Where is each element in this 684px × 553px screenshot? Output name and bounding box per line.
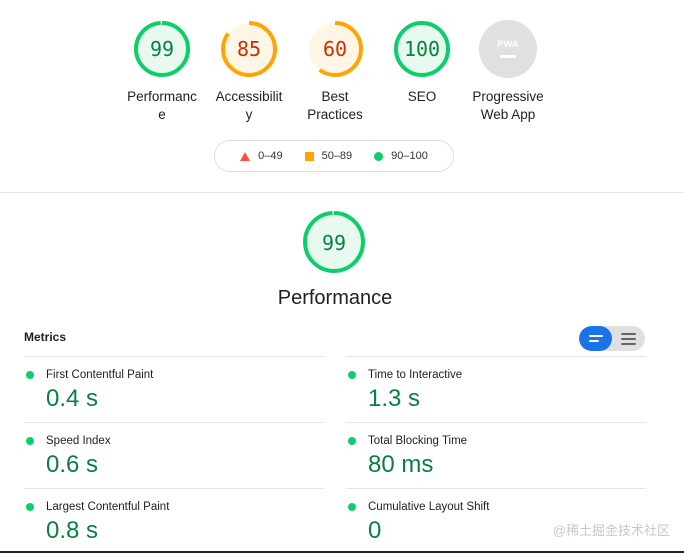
gauge-seo[interactable]: 100 SEO <box>390 20 454 106</box>
gauge-label-line: SEO <box>407 89 437 104</box>
metric-item: Total Blocking Time 80 ms <box>346 422 646 479</box>
gauge-label-line: Practices <box>307 107 363 122</box>
gauge-best-practices[interactable]: 60 Best Practices <box>303 20 367 124</box>
gauge-label-line: Progressive <box>472 89 544 104</box>
metric-divider <box>24 488 324 489</box>
pwa-icon: PWA <box>479 20 537 78</box>
metric-value: 0.8 s <box>46 517 99 544</box>
section-divider <box>0 192 684 193</box>
pwa-badge-text: PWA <box>497 38 519 49</box>
pwa-dash <box>500 54 516 58</box>
score-legend: 0–49 50–89 90–100 <box>214 140 454 172</box>
legend-average-label: 50–89 <box>321 150 353 162</box>
metric-item: Speed Index 0.6 s <box>24 422 324 479</box>
gauge-score: 99 <box>150 37 174 61</box>
gauge-accessibility[interactable]: 85 Accessibilit y <box>216 20 282 124</box>
metric-value: 1.3 s <box>368 385 421 412</box>
pass-circle-icon <box>26 371 34 379</box>
score-gauge-ring: 85 <box>221 21 277 77</box>
metric-item: First Contentful Paint 0.4 s <box>24 356 324 413</box>
legend-fail: 0–49 <box>240 150 283 162</box>
gauge-score: 60 <box>323 37 347 61</box>
gauge-score: 100 <box>404 37 440 61</box>
pass-circle-icon <box>374 151 384 161</box>
legend-fail-label: 0–49 <box>258 150 283 162</box>
metric-divider <box>346 356 646 357</box>
legend-average: 50–89 <box>304 150 353 162</box>
metric-divider <box>24 356 324 357</box>
performance-main-gauge: 99 <box>302 210 366 279</box>
metric-value: 0.6 s <box>46 451 99 478</box>
metric-value: 0.4 s <box>46 385 99 412</box>
performance-title: Performance <box>277 287 393 309</box>
gauge-score: 85 <box>237 37 261 61</box>
metric-item: Time to Interactive 1.3 s <box>346 356 646 413</box>
pass-circle-icon <box>348 371 356 379</box>
legend-pass-label: 90–100 <box>391 150 428 162</box>
score-gauge-ring: 60 <box>307 21 363 77</box>
score-gauge-ring: 99 <box>134 21 190 77</box>
gauge-label: Accessibilit y <box>209 88 289 124</box>
gauge-label: Performanc e <box>122 88 202 124</box>
metric-name: Speed Index <box>46 435 111 447</box>
pass-circle-icon <box>348 437 356 445</box>
score-gauge-ring: 100 <box>394 21 450 77</box>
metric-divider <box>346 422 646 423</box>
gauge-performance[interactable]: 99 Performanc e <box>127 20 197 124</box>
detail-view-icon[interactable] <box>612 326 645 351</box>
metrics-heading: Metrics <box>24 330 67 344</box>
gauge-label-line: e <box>158 107 166 122</box>
gauge-label-line: Best <box>321 89 349 104</box>
metrics-view-toggle[interactable] <box>579 326 645 351</box>
fail-triangle-icon <box>240 151 251 161</box>
legend-pass: 90–100 <box>374 150 428 162</box>
average-square-icon <box>304 151 314 161</box>
gauge-label-line: Performanc <box>127 89 197 104</box>
gauge-label-line: Web App <box>480 107 536 122</box>
gauge-label-line: Accessibilit <box>215 89 283 104</box>
pass-circle-icon <box>26 503 34 511</box>
metric-name: Largest Contentful Paint <box>46 501 170 513</box>
score-gauge-ring: 99 <box>303 211 365 273</box>
performance-score: 99 <box>322 231 346 255</box>
gauge-label: Best Practices <box>295 88 375 124</box>
metric-name: First Contentful Paint <box>46 369 154 381</box>
metric-value: 80 ms <box>368 451 434 478</box>
gauge-label: SEO <box>382 88 462 106</box>
metric-name: Total Blocking Time <box>368 435 468 447</box>
metric-divider <box>24 422 324 423</box>
gauge-pwa[interactable]: PWA Progressive Web App <box>472 20 544 124</box>
metric-divider <box>346 488 646 489</box>
metric-name: Cumulative Layout Shift <box>368 501 490 513</box>
pass-circle-icon <box>348 503 356 511</box>
metric-name: Time to Interactive <box>368 369 463 381</box>
summary-view-icon[interactable] <box>579 326 612 351</box>
pass-circle-icon <box>26 437 34 445</box>
watermark: @稀土掘金技术社区 <box>552 523 670 538</box>
gauge-label-line: y <box>245 107 253 122</box>
gauge-label: Progressive Web App <box>458 88 558 124</box>
metric-item: Largest Contentful Paint 0.8 s <box>24 488 324 545</box>
